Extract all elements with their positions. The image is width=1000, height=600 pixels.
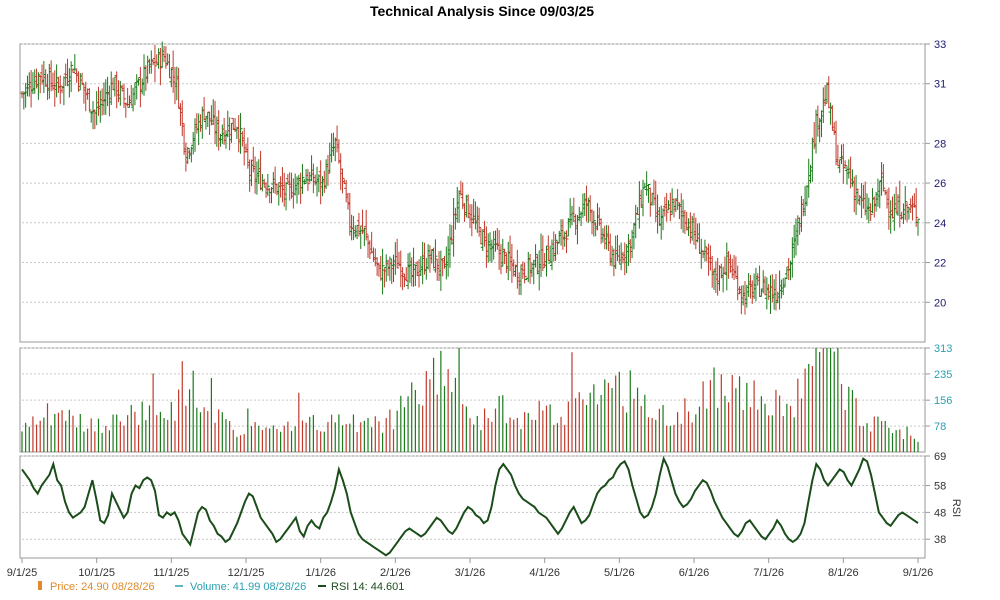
date-tick-label: 9/1/25 xyxy=(7,567,38,579)
date-tick-label: 4/1/26 xyxy=(529,567,560,579)
technical-analysis-chart: Technical Analysis Since 09/03/25 20 22 24… xyxy=(7,3,962,593)
date-tick-label: 6/1/26 xyxy=(679,567,710,579)
date-tick-label: 8/1/26 xyxy=(828,567,859,579)
volume-tick-label: 313 xyxy=(934,343,952,355)
date-tick-label: 11/1/25 xyxy=(153,567,189,579)
date-tick-label: 2/1/26 xyxy=(380,567,411,579)
volume-tick-label: 156 xyxy=(934,395,952,407)
rsi-axis-label: RSI xyxy=(950,499,962,517)
date-tick-label: 3/1/26 xyxy=(455,567,486,579)
grid-lines xyxy=(22,43,925,540)
price-legend: Price: 24.90 08/28/26 xyxy=(50,581,155,593)
price-tick-label: 22 xyxy=(934,258,946,270)
rsi-legend: RSI 14: 44.601 xyxy=(331,581,404,593)
volume-tick-label: 235 xyxy=(934,369,952,381)
axis-labels: 20 22 24 26 28 31 33 78 156 235 313 38 48 58 69 9/1/25 1… xyxy=(7,39,953,579)
rsi-tick-label: 48 xyxy=(934,507,946,519)
date-tick-label: 1/1/26 xyxy=(305,567,336,579)
rsi-panel xyxy=(19,455,926,559)
date-tick-label: 9/1/26 xyxy=(903,567,934,579)
rsi-tick-label: 69 xyxy=(934,451,946,463)
price-panel xyxy=(19,43,926,343)
rsi-line-group xyxy=(21,455,919,557)
rsi-tick-label: 38 xyxy=(934,534,946,546)
volume-legend: Volume: 41.99 08/28/26 xyxy=(190,581,306,593)
price-tick-label: 24 xyxy=(934,218,946,230)
price-tick-label: 20 xyxy=(934,297,946,309)
price-tick-label: 33 xyxy=(934,39,946,51)
price-legend-marker xyxy=(38,581,42,590)
date-tick-label: 12/1/25 xyxy=(228,567,265,579)
rsi-tick-label: 58 xyxy=(934,481,946,493)
legend: Price: 24.90 08/28/26 Volume: 41.99 08/2… xyxy=(38,581,404,593)
price-bars xyxy=(20,41,920,315)
date-tick-label: 10/1/25 xyxy=(78,567,115,579)
date-tick-label: 5/1/26 xyxy=(604,567,635,579)
price-tick-label: 31 xyxy=(934,79,946,91)
price-tick-label: 28 xyxy=(934,138,946,150)
volume-tick-label: 78 xyxy=(934,421,946,433)
date-tick-label: 7/1/26 xyxy=(753,567,784,579)
chart-title: Technical Analysis Since 09/03/25 xyxy=(370,3,594,19)
rsi-line xyxy=(21,455,919,557)
price-tick-label: 26 xyxy=(934,178,946,190)
